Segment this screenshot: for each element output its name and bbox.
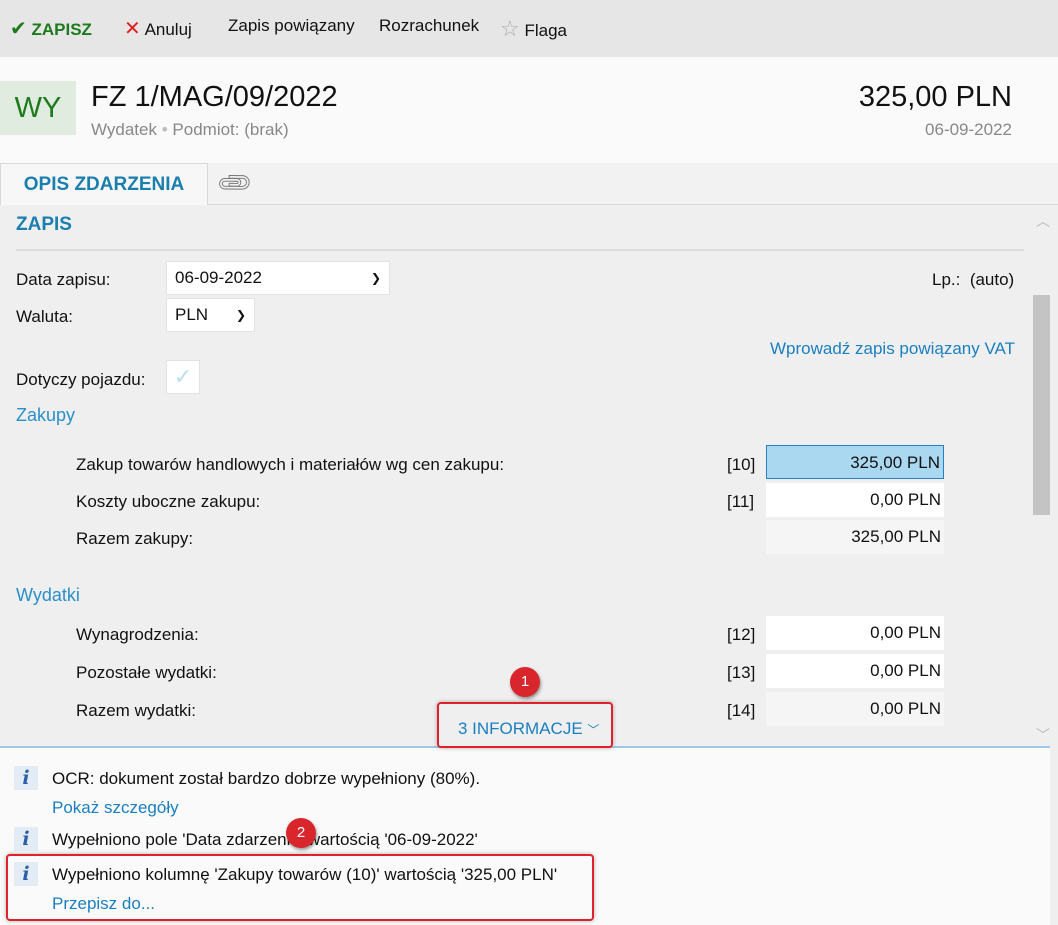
currency-label: Waluta:	[16, 307, 74, 326]
tab-event-description[interactable]: OPIS ZDARZENIA	[0, 163, 208, 205]
checkmark-icon: ✓	[173, 364, 193, 389]
salaries-code: [12]	[727, 625, 756, 644]
checkmark-icon: ✔	[10, 18, 27, 40]
other-expenses-input[interactable]: 0,00 PLN	[766, 654, 944, 688]
document-subtitle: Wydatek • Podmiot: (brak)	[91, 120, 289, 139]
expenses-section-title: Wydatki	[16, 585, 80, 605]
settlement-button[interactable]: Rozrachunek	[379, 16, 479, 36]
purchase-goods-label: Zakup towarów handlowych i materiałów wg…	[76, 455, 505, 474]
expenses-total-code: [14]	[727, 701, 756, 720]
save-button[interactable]: ✔ ZAPISZ	[10, 16, 92, 41]
chevron-down-icon: ❯	[235, 308, 246, 322]
lp-field: Lp.: (auto)	[932, 270, 1015, 289]
purchase-goods-code: [10]	[727, 455, 756, 474]
chevron-down-icon: ❯	[370, 271, 381, 285]
tab-bar: OPIS ZDARZENIA 📎︎	[0, 163, 1058, 205]
purchase-goods-input[interactable]: 325,00 PLN	[766, 445, 944, 479]
salaries-input[interactable]: 0,00 PLN	[766, 616, 944, 650]
info-icon: i	[14, 827, 38, 851]
vat-linked-entry-link[interactable]: Wprowadź zapis powiązany VAT	[770, 339, 1015, 359]
info-message: OCR: dokument został bardzo dobrze wypeł…	[52, 769, 481, 788]
other-expenses-code: [13]	[727, 663, 756, 682]
vehicle-checkbox[interactable]: ✓	[166, 360, 200, 394]
vehicle-label: Dotyczy pojazdu:	[16, 370, 146, 389]
purchases-section-title: Zakupy	[16, 405, 76, 425]
annotation-box	[6, 854, 594, 921]
document-amount: 325,00 PLN	[858, 81, 1012, 113]
date-label: Data zapisu:	[16, 270, 111, 289]
currency-select[interactable]: PLN ❯	[166, 298, 255, 332]
purchase-costs-code: [11]	[727, 492, 755, 511]
paperclip-icon[interactable]: 📎︎	[214, 162, 256, 204]
annotation-marker: 1	[510, 667, 540, 697]
scroll-down-icon[interactable]: ﹀	[1036, 725, 1050, 745]
annotation-marker: 2	[286, 818, 316, 848]
purchases-total-value: 325,00 PLN	[766, 520, 944, 554]
form-content: ZAPIS ︿ Data zapisu: 06-09-2022 ❯ Lp.: (a…	[0, 205, 1050, 745]
expenses-total-label: Razem wydatki:	[76, 701, 196, 720]
salaries-label: Wynagrodzenia:	[76, 625, 199, 644]
linked-entry-button[interactable]: Zapis powiązany	[228, 16, 355, 36]
scroll-up-icon[interactable]: ︿	[1036, 211, 1050, 231]
section-title: ZAPIS	[16, 214, 72, 235]
document-date: 06-09-2022	[925, 120, 1012, 139]
document-title: FZ 1/MAG/09/2022	[91, 81, 338, 113]
date-picker[interactable]: 06-09-2022 ❯	[166, 261, 390, 295]
star-icon: ☆	[500, 16, 520, 41]
purchase-costs-input[interactable]: 0,00 PLN	[766, 483, 944, 517]
close-icon: ✕	[124, 18, 141, 40]
annotation-box	[437, 702, 613, 748]
info-message: Wypełniono pole 'Data zdarzenia' wartośc…	[52, 830, 478, 849]
toolbar: ✔ ZAPISZ ✕ Anuluj Zapis powiązany Rozrac…	[0, 0, 1058, 57]
divider	[16, 249, 1024, 251]
document-type-badge: WY	[0, 81, 76, 135]
purchases-total-label: Razem zakupy:	[76, 529, 194, 548]
flag-button[interactable]: ☆ Flaga	[500, 16, 567, 42]
purchase-costs-label: Koszty uboczne zakupu:	[76, 492, 261, 511]
document-header: WY FZ 1/MAG/09/2022 Wydatek • Podmiot: (…	[0, 57, 1058, 163]
scrollbar-thumb[interactable]	[1033, 295, 1050, 515]
info-icon: i	[14, 766, 38, 790]
other-expenses-label: Pozostałe wydatki:	[76, 663, 217, 682]
show-details-link[interactable]: Pokaż szczegóły	[52, 798, 179, 818]
cancel-button[interactable]: ✕ Anuluj	[124, 16, 192, 41]
expenses-total-value: 0,00 PLN	[766, 692, 944, 726]
